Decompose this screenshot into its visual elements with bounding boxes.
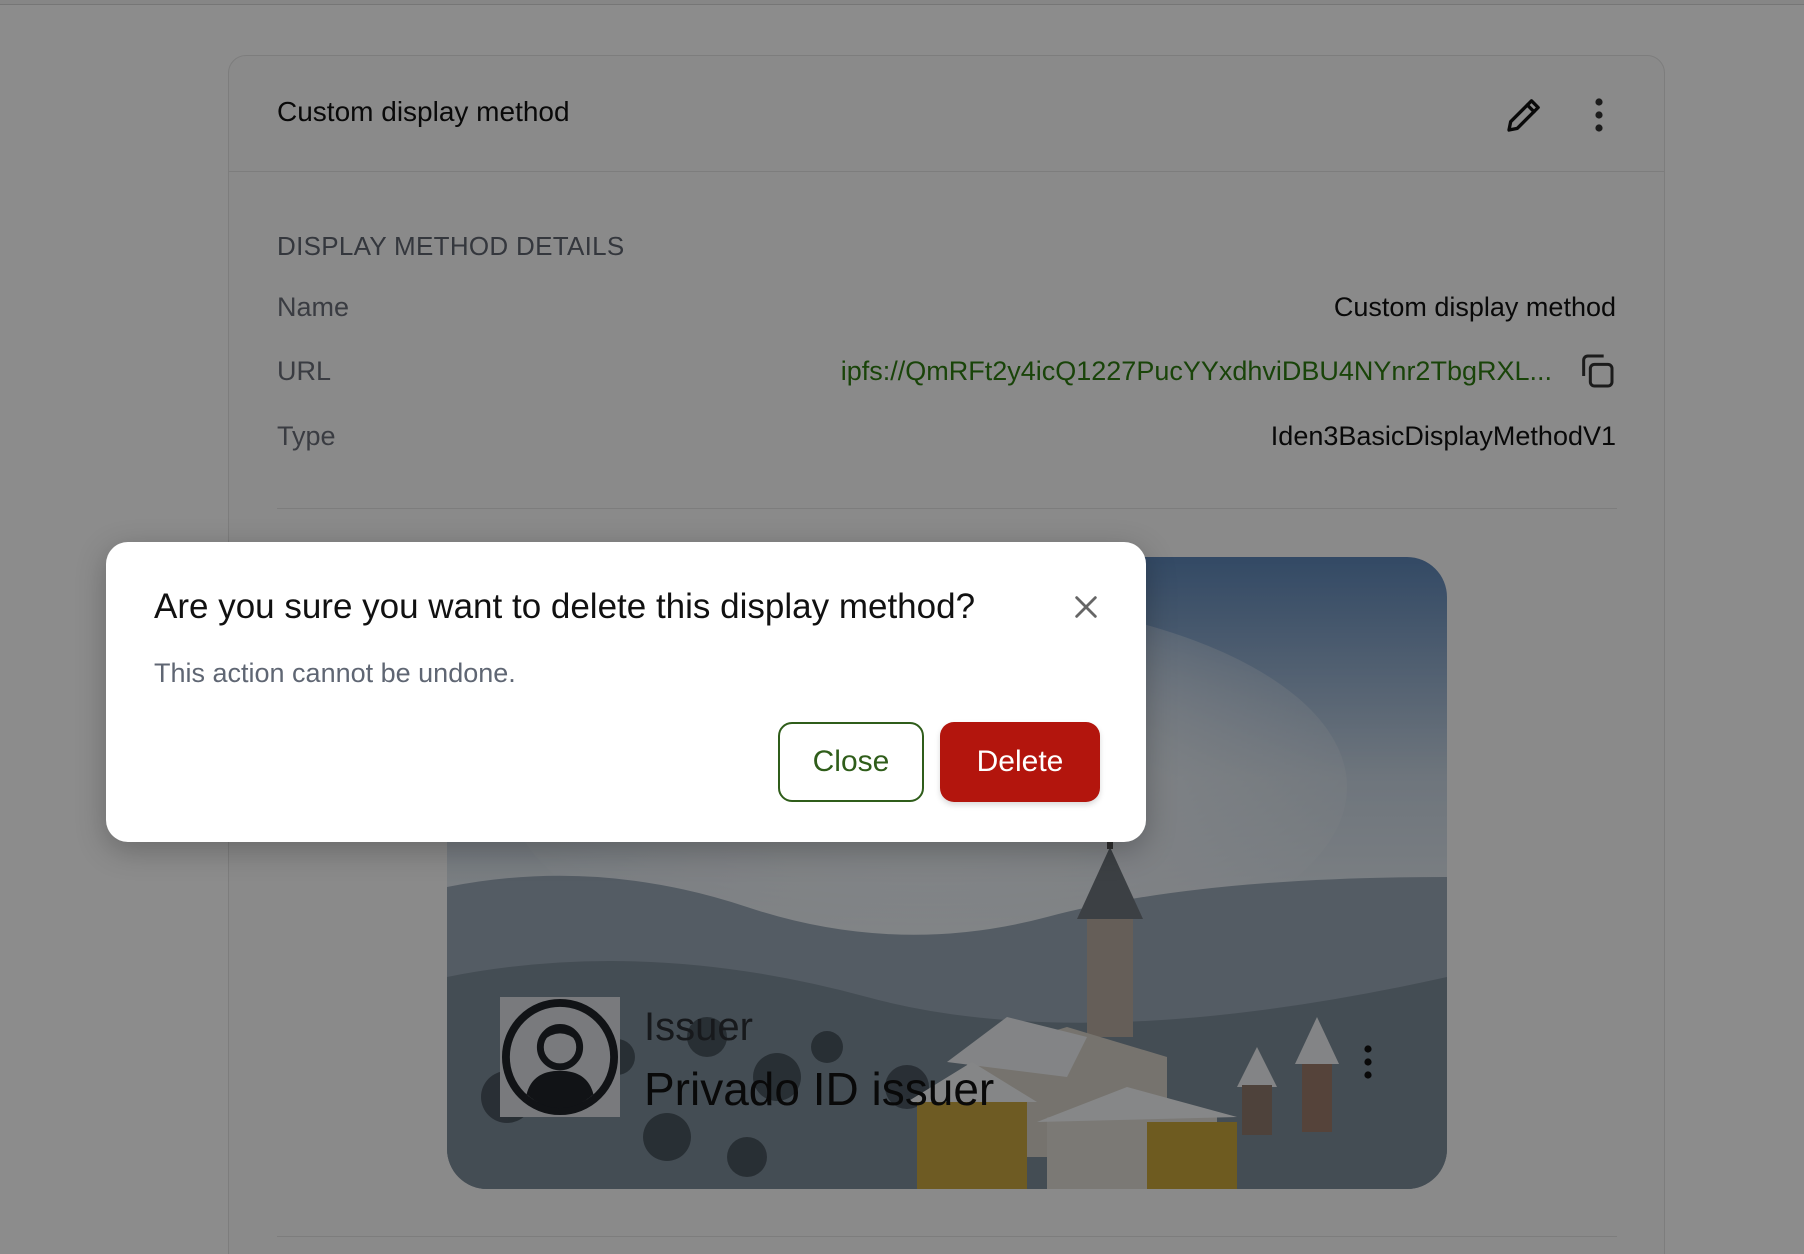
dialog-description: This action cannot be undone. <box>154 658 516 688</box>
delete-button[interactable]: Delete <box>940 722 1100 802</box>
close-icon <box>1075 596 1097 618</box>
dialog-close-button[interactable] <box>1061 582 1111 632</box>
dialog-title: Are you sure you want to delete this dis… <box>154 587 976 626</box>
delete-confirmation-dialog: Are you sure you want to delete this dis… <box>106 542 1146 842</box>
close-button[interactable]: Close <box>778 722 924 802</box>
